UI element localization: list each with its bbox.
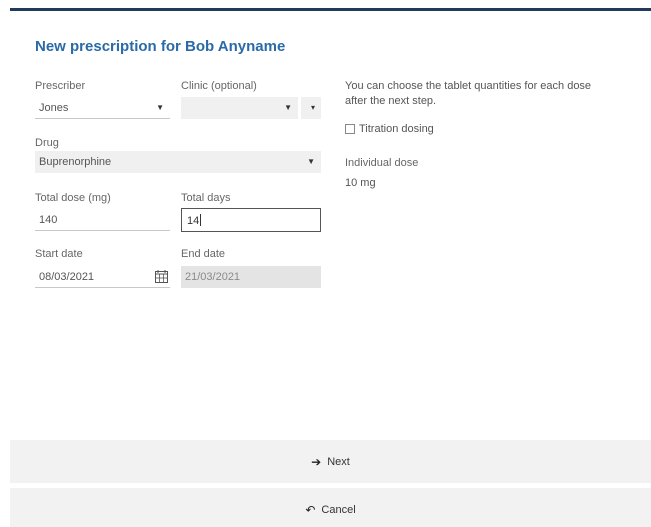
arrow-right-icon: ➔ xyxy=(311,454,322,469)
prescriber-label: Prescriber xyxy=(35,80,86,92)
end-date-value: 21/03/2021 xyxy=(185,271,241,283)
end-date-field: 21/03/2021 xyxy=(181,266,321,288)
caret-down-icon: ▼ xyxy=(307,157,315,166)
clinic-clear-button[interactable]: ▾ xyxy=(301,97,321,119)
caret-down-icon: ▼ xyxy=(284,103,292,112)
total-dose-value: 140 xyxy=(39,214,58,226)
drug-value: Buprenorphine xyxy=(39,156,112,168)
cancel-button[interactable]: ↶ Cancel xyxy=(10,488,651,527)
total-days-value: 14 xyxy=(187,215,200,227)
next-button[interactable]: ➔ Next xyxy=(10,440,651,483)
caret-down-icon: ▾ xyxy=(310,103,315,112)
drug-select[interactable]: Buprenorphine ▼ xyxy=(35,151,321,173)
start-date-field[interactable]: 08/03/2021 xyxy=(35,266,170,288)
drug-label: Drug xyxy=(35,137,59,149)
clinic-label: Clinic (optional) xyxy=(181,80,257,92)
text-cursor xyxy=(200,214,202,226)
cancel-button-label: Cancel xyxy=(321,503,356,516)
header-border xyxy=(10,8,651,11)
start-date-label: Start date xyxy=(35,248,83,260)
titration-checkbox[interactable] xyxy=(345,124,355,134)
individual-dose-value: 10 mg xyxy=(345,177,376,189)
info-text: You can choose the tablet quantities for… xyxy=(345,80,592,107)
prescriber-select[interactable]: Jones ▼ xyxy=(35,97,170,119)
total-days-input[interactable]: 14 xyxy=(181,208,321,232)
caret-down-icon: ▼ xyxy=(156,103,164,112)
titration-label: Titration dosing xyxy=(359,123,434,135)
end-date-label: End date xyxy=(181,248,226,260)
next-button-label: Next xyxy=(327,455,350,468)
prescriber-value: Jones xyxy=(39,102,69,114)
clinic-select[interactable]: ▼ xyxy=(181,97,298,119)
start-date-value: 08/03/2021 xyxy=(39,271,95,283)
undo-icon: ↶ xyxy=(305,502,316,517)
total-dose-field[interactable]: 140 xyxy=(35,209,170,231)
individual-dose-label: Individual dose xyxy=(345,157,419,169)
calendar-icon[interactable] xyxy=(155,270,168,283)
page-title: New prescription for Bob Anyname xyxy=(35,38,286,55)
titration-checkbox-row[interactable]: Titration dosing xyxy=(345,123,434,135)
total-dose-label: Total dose (mg) xyxy=(35,192,111,204)
total-days-label: Total days xyxy=(181,192,231,204)
